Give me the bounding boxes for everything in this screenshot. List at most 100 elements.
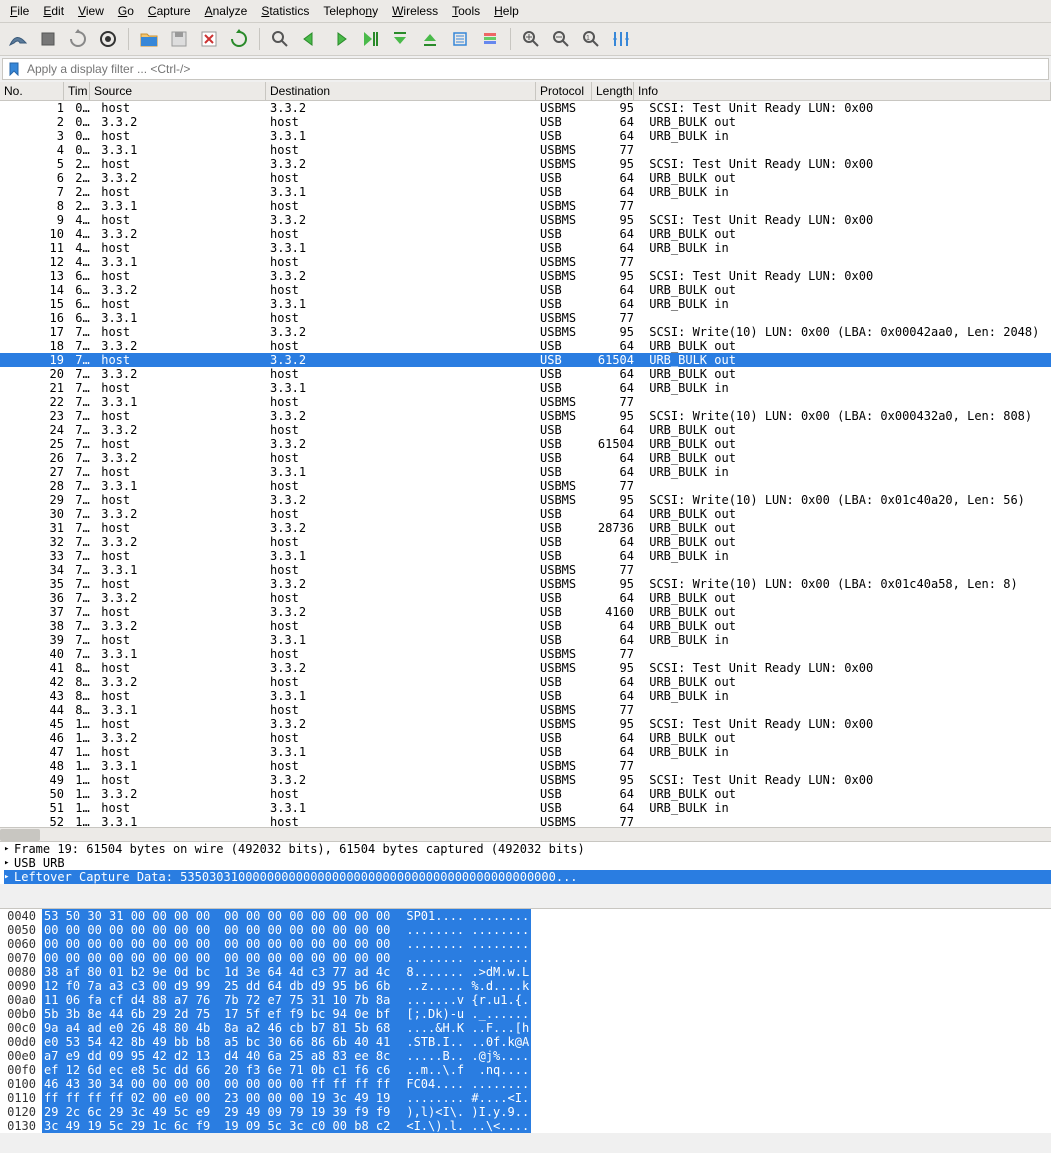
go-last-icon[interactable] bbox=[418, 27, 442, 51]
packet-row[interactable]: 38 7… 3.3.2hostUSB64 URB_BULK out bbox=[0, 619, 1051, 633]
packet-row[interactable]: 32 7… 3.3.2hostUSB64 URB_BULK out bbox=[0, 535, 1051, 549]
column-header-no[interactable]: No. bbox=[0, 82, 64, 100]
packet-row[interactable]: 24 7… 3.3.2hostUSB64 URB_BULK out bbox=[0, 423, 1051, 437]
packet-row[interactable]: 45 1… host3.3.2USBMS95 SCSI: Test Unit R… bbox=[0, 717, 1051, 731]
packet-row[interactable]: 25 7… host3.3.2USB61504 URB_BULK out bbox=[0, 437, 1051, 451]
packet-details-pane[interactable]: ▸Frame 19: 61504 bytes on wire (492032 b… bbox=[0, 841, 1051, 884]
packet-row[interactable]: 43 8… host3.3.1USB64 URB_BULK in bbox=[0, 689, 1051, 703]
reload-file-icon[interactable] bbox=[227, 27, 251, 51]
menu-wireless[interactable]: Wireless bbox=[388, 2, 448, 20]
hex-row[interactable]: 01303c 49 19 5c 29 1c 6c f919 09 5c 3c c… bbox=[0, 1119, 1051, 1133]
hex-row[interactable]: 005000 00 00 00 00 00 00 0000 00 00 00 0… bbox=[0, 923, 1051, 937]
packet-row[interactable]: 41 8… host3.3.2USBMS95 SCSI: Test Unit R… bbox=[0, 661, 1051, 675]
column-header-source[interactable]: Source bbox=[90, 82, 266, 100]
packet-row[interactable]: 5 2… host3.3.2USBMS95 SCSI: Test Unit Re… bbox=[0, 157, 1051, 171]
colorize-icon[interactable] bbox=[478, 27, 502, 51]
packet-row[interactable]: 2 0… 3.3.2hostUSB64 URB_BULK out bbox=[0, 115, 1051, 129]
packet-row[interactable]: 39 7… host3.3.1USB64 URB_BULK in bbox=[0, 633, 1051, 647]
packet-row[interactable]: 51 1… host3.3.1USB64 URB_BULK in bbox=[0, 801, 1051, 815]
hex-row[interactable]: 012029 2c 6c 29 3c 49 5c e929 49 09 79 1… bbox=[0, 1105, 1051, 1119]
hex-row[interactable]: 00a011 06 fa cf d4 88 a7 767b 72 e7 75 3… bbox=[0, 993, 1051, 1007]
tree-item[interactable]: ▸Leftover Capture Data: 5350303100000000… bbox=[4, 870, 1051, 884]
auto-scroll-icon[interactable] bbox=[448, 27, 472, 51]
menu-go[interactable]: Go bbox=[114, 2, 144, 20]
packet-list-header[interactable]: No. Tim Source Destination Protocol Leng… bbox=[0, 82, 1051, 101]
hex-row[interactable]: 007000 00 00 00 00 00 00 0000 00 00 00 0… bbox=[0, 951, 1051, 965]
packet-row[interactable]: 10 4… 3.3.2hostUSB64 URB_BULK out bbox=[0, 227, 1051, 241]
packet-row[interactable]: 12 4… 3.3.1hostUSBMS77 bbox=[0, 255, 1051, 269]
go-to-packet-icon[interactable] bbox=[358, 27, 382, 51]
packet-row[interactable]: 31 7… host3.3.2USB28736 URB_BULK out bbox=[0, 521, 1051, 535]
packet-row[interactable]: 13 6… host3.3.2USBMS95 SCSI: Test Unit R… bbox=[0, 269, 1051, 283]
close-file-icon[interactable] bbox=[197, 27, 221, 51]
column-header-length[interactable]: Length bbox=[592, 82, 634, 100]
expand-icon[interactable]: ▸ bbox=[4, 870, 14, 884]
hex-row[interactable]: 009012 f0 7a a3 c3 00 d9 9925 dd 64 db d… bbox=[0, 979, 1051, 993]
tree-item[interactable]: ▸USB URB bbox=[4, 856, 1051, 870]
packet-row[interactable]: 28 7… 3.3.1hostUSBMS77 bbox=[0, 479, 1051, 493]
packet-row[interactable]: 22 7… 3.3.1hostUSBMS77 bbox=[0, 395, 1051, 409]
packet-row[interactable]: 17 7… host3.3.2USBMS95 SCSI: Write(10) L… bbox=[0, 325, 1051, 339]
go-forward-icon[interactable] bbox=[328, 27, 352, 51]
horizontal-scrollbar[interactable] bbox=[0, 827, 1051, 841]
packet-row[interactable]: 37 7… host3.3.2USB4160 URB_BULK out bbox=[0, 605, 1051, 619]
menu-file[interactable]: File bbox=[6, 2, 39, 20]
packet-row[interactable]: 8 2… 3.3.1hostUSBMS77 bbox=[0, 199, 1051, 213]
hex-row[interactable]: 008038 af 80 01 b2 9e 0d bc1d 3e 64 4d c… bbox=[0, 965, 1051, 979]
column-header-info[interactable]: Info bbox=[634, 82, 1051, 100]
zoom-in-icon[interactable] bbox=[519, 27, 543, 51]
packet-row[interactable]: 6 2… 3.3.2hostUSB64 URB_BULK out bbox=[0, 171, 1051, 185]
find-packet-icon[interactable] bbox=[268, 27, 292, 51]
hex-row[interactable]: 00c09a a4 ad e0 26 48 80 4b8a a2 46 cb b… bbox=[0, 1021, 1051, 1035]
hex-row[interactable]: 00e0a7 e9 dd 09 95 42 d2 13d4 40 6a 25 a… bbox=[0, 1049, 1051, 1063]
menu-capture[interactable]: Capture bbox=[144, 2, 201, 20]
packet-list-body[interactable]: 1 0… host3.3.2USBMS95 SCSI: Test Unit Re… bbox=[0, 101, 1051, 827]
go-back-icon[interactable] bbox=[298, 27, 322, 51]
packet-row[interactable]: 1 0… host3.3.2USBMS95 SCSI: Test Unit Re… bbox=[0, 101, 1051, 115]
packet-row[interactable]: 47 1… host3.3.1USB64 URB_BULK in bbox=[0, 745, 1051, 759]
packet-row[interactable]: 50 1… 3.3.2hostUSB64 URB_BULK out bbox=[0, 787, 1051, 801]
packet-row[interactable]: 21 7… host3.3.1USB64 URB_BULK in bbox=[0, 381, 1051, 395]
display-filter-input[interactable] bbox=[25, 59, 1048, 79]
bookmark-icon[interactable] bbox=[7, 62, 21, 76]
menu-analyze[interactable]: Analyze bbox=[201, 2, 258, 20]
menu-view[interactable]: View bbox=[74, 2, 114, 20]
resize-columns-icon[interactable] bbox=[609, 27, 633, 51]
packet-row[interactable]: 23 7… host3.3.2USBMS95 SCSI: Write(10) L… bbox=[0, 409, 1051, 423]
menu-telephony[interactable]: Telephony bbox=[319, 2, 388, 20]
packet-row[interactable]: 7 2… host3.3.1USB64 URB_BULK in bbox=[0, 185, 1051, 199]
packet-row[interactable]: 16 6… 3.3.1hostUSBMS77 bbox=[0, 311, 1051, 325]
zoom-reset-icon[interactable]: 1 bbox=[579, 27, 603, 51]
packet-row[interactable]: 3 0… host3.3.1USB64 URB_BULK in bbox=[0, 129, 1051, 143]
packet-row[interactable]: 40 7… 3.3.1hostUSBMS77 bbox=[0, 647, 1051, 661]
restart-capture-icon[interactable] bbox=[66, 27, 90, 51]
packet-row[interactable]: 14 6… 3.3.2hostUSB64 URB_BULK out bbox=[0, 283, 1051, 297]
save-file-icon[interactable] bbox=[167, 27, 191, 51]
packet-row[interactable]: 52 1… 3.3.1hostUSBMS77 bbox=[0, 815, 1051, 827]
packet-row[interactable]: 34 7… 3.3.1hostUSBMS77 bbox=[0, 563, 1051, 577]
zoom-out-icon[interactable] bbox=[549, 27, 573, 51]
hex-row[interactable]: 00d0e0 53 54 42 8b 49 bb b8a5 bc 30 66 8… bbox=[0, 1035, 1051, 1049]
capture-options-icon[interactable] bbox=[96, 27, 120, 51]
menu-help[interactable]: Help bbox=[490, 2, 529, 20]
tree-item[interactable]: ▸Frame 19: 61504 bytes on wire (492032 b… bbox=[4, 842, 1051, 856]
hex-row[interactable]: 00b05b 3b 8e 44 6b 29 2d 7517 5f ef f9 b… bbox=[0, 1007, 1051, 1021]
packet-row[interactable]: 19 7… host3.3.2USB61504 URB_BULK out bbox=[0, 353, 1051, 367]
packet-row[interactable]: 42 8… 3.3.2hostUSB64 URB_BULK out bbox=[0, 675, 1051, 689]
packet-row[interactable]: 46 1… 3.3.2hostUSB64 URB_BULK out bbox=[0, 731, 1051, 745]
packet-row[interactable]: 9 4… host3.3.2USBMS95 SCSI: Test Unit Re… bbox=[0, 213, 1051, 227]
column-header-destination[interactable]: Destination bbox=[266, 82, 536, 100]
packet-row[interactable]: 26 7… 3.3.2hostUSB64 URB_BULK out bbox=[0, 451, 1051, 465]
shark-fin-icon[interactable] bbox=[6, 27, 30, 51]
hex-row[interactable]: 006000 00 00 00 00 00 00 0000 00 00 00 0… bbox=[0, 937, 1051, 951]
column-header-protocol[interactable]: Protocol bbox=[536, 82, 592, 100]
stop-capture-icon[interactable] bbox=[36, 27, 60, 51]
expand-icon[interactable]: ▸ bbox=[4, 842, 14, 856]
packet-row[interactable]: 4 0… 3.3.1hostUSBMS77 bbox=[0, 143, 1051, 157]
packet-row[interactable]: 29 7… host3.3.2USBMS95 SCSI: Write(10) L… bbox=[0, 493, 1051, 507]
packet-row[interactable]: 33 7… host3.3.1USB64 URB_BULK in bbox=[0, 549, 1051, 563]
packet-row[interactable]: 27 7… host3.3.1USB64 URB_BULK in bbox=[0, 465, 1051, 479]
packet-row[interactable]: 36 7… 3.3.2hostUSB64 URB_BULK out bbox=[0, 591, 1051, 605]
packet-row[interactable]: 18 7… 3.3.2hostUSB64 URB_BULK out bbox=[0, 339, 1051, 353]
hex-row[interactable]: 0110ff ff ff ff 02 00 e0 0023 00 00 00 1… bbox=[0, 1091, 1051, 1105]
